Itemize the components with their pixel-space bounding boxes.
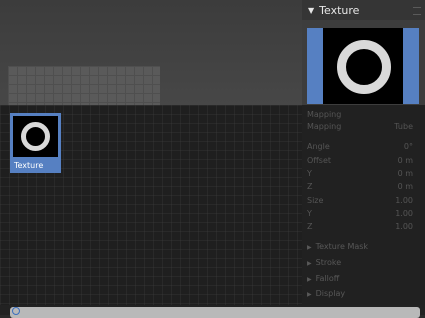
dim-mapping-label: Mapping: [307, 122, 342, 131]
dim-size-y: 1.00: [395, 209, 413, 218]
dim-z1-label: Z: [307, 182, 313, 191]
search-icon: [12, 307, 20, 315]
dim-offset-z: 0 m: [397, 182, 413, 191]
dim-offset-x: 0 m: [397, 156, 413, 165]
dim-y1-label: Y: [307, 169, 312, 178]
texture-thumbnail: [13, 116, 58, 157]
dim-section-stroke: ▶ Stroke: [307, 258, 342, 267]
texture-preview-button[interactable]: [307, 28, 419, 104]
dim-mapping-value: Tube: [394, 122, 413, 131]
dim-size-label: Size: [307, 196, 324, 205]
ring-texture-icon: [21, 122, 50, 151]
drag-handle-icon[interactable]: [413, 7, 421, 15]
texture-browser-popup: Texture: [0, 105, 425, 305]
dim-section-display: ▶ Display: [307, 289, 346, 298]
dim-size-z: 1.00: [395, 222, 413, 231]
search-bar: [0, 305, 425, 318]
section-label: Falloff: [315, 274, 340, 283]
dim-z2-label: Z: [307, 222, 313, 231]
dim-mapping-header: Mapping: [307, 110, 342, 119]
grid-floor: [8, 66, 160, 106]
dim-offset-label: Offset: [307, 156, 332, 165]
dim-size-x: 1.00: [395, 196, 413, 205]
section-label: Texture Mask: [315, 242, 369, 251]
ring-texture-icon: [337, 40, 391, 94]
texture-panel-header[interactable]: ▼ Texture: [302, 0, 425, 20]
section-label: Display: [315, 289, 346, 298]
dim-section-texture-mask: ▶ Texture Mask: [307, 242, 369, 251]
dim-section-falloff: ▶ Falloff: [307, 274, 340, 283]
texture-tile-label: Texture: [14, 161, 44, 170]
texture-preview-image: [323, 28, 403, 104]
dim-y2-label: Y: [307, 209, 312, 218]
viewport[interactable]: [0, 0, 302, 106]
dim-offset-y: 0 m: [397, 169, 413, 178]
collapse-arrow-icon[interactable]: ▼: [308, 6, 314, 15]
section-label: Stroke: [315, 258, 342, 267]
dim-angle-label: Angle: [307, 142, 330, 151]
search-input[interactable]: [10, 307, 420, 318]
texture-tile[interactable]: Texture: [10, 113, 61, 173]
dim-angle-value: 0°: [403, 142, 413, 151]
panel-title: Texture: [319, 3, 360, 17]
